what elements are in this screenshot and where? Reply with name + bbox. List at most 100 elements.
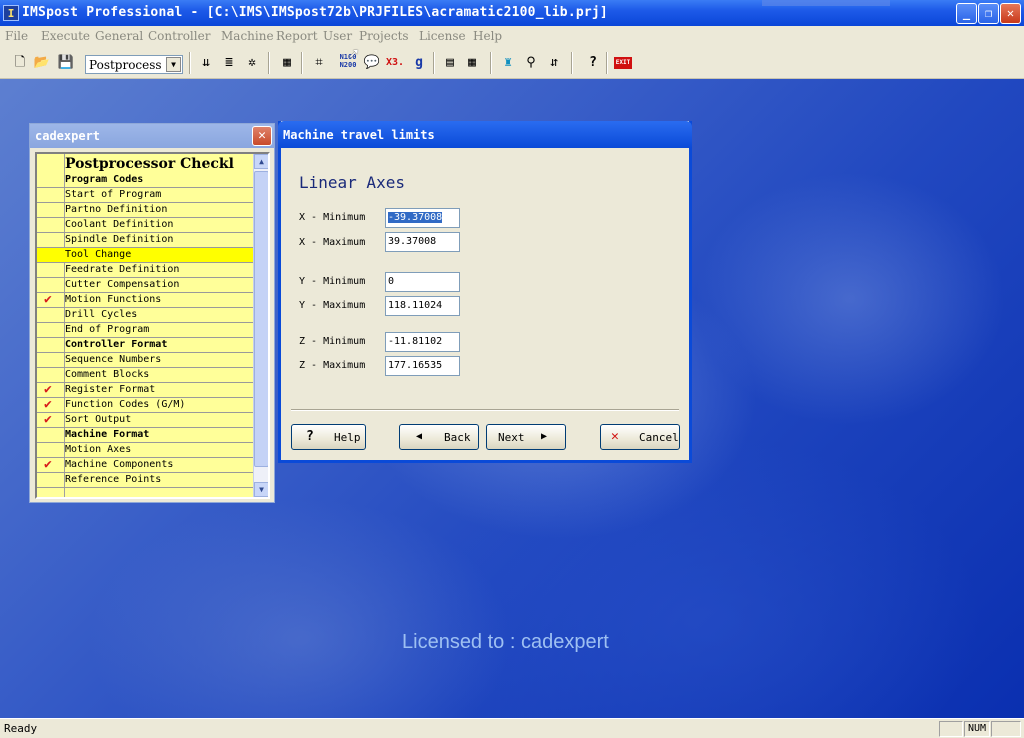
arrow-left-icon: ◀ — [416, 431, 423, 442]
checklist-panel: cadexpert ✕ Postprocessor Checkl Program… — [29, 123, 275, 503]
y-max-field[interactable]: 118.11024 — [385, 296, 460, 316]
next-button[interactable]: Next ▶ — [486, 424, 566, 450]
z-max-label: Z - Maximum — [299, 360, 366, 371]
x-max-field[interactable]: 39.37008 — [385, 232, 460, 252]
list-item[interactable]: Cutter Compensation — [37, 278, 253, 293]
menu-projects[interactable]: Projects — [359, 29, 409, 43]
app-icon[interactable]: I — [3, 5, 19, 21]
dialog-title-bar[interactable]: Machine travel limits — [278, 121, 692, 148]
axis-sort-icon[interactable]: ⇵ — [544, 53, 564, 73]
list-item[interactable]: Machine Format — [37, 428, 253, 443]
toolbar-separator — [571, 52, 573, 74]
list-item[interactable]: ✔ Register Format — [37, 382, 253, 398]
status-bar: Ready NUM — [0, 718, 1024, 738]
travel-limits-dialog: Machine travel limits Linear Axes X - Mi… — [278, 121, 692, 463]
scroll-thumb[interactable] — [254, 171, 268, 467]
list-item[interactable]: Motion Axes — [37, 443, 253, 458]
list-item-selected[interactable]: Tool Change — [37, 248, 253, 263]
panel-title: cadexpert — [35, 129, 101, 143]
title-bar[interactable]: I IMSpost Professional - [C:\IMS\IMSpost… — [0, 0, 1024, 26]
list-item[interactable]: Comment Blocks — [37, 368, 253, 383]
menu-controller[interactable]: Controller — [148, 29, 210, 43]
mode-select[interactable]: Postprocess ▼ — [85, 55, 183, 74]
toolbar-separator — [268, 52, 270, 74]
arrow-right-icon: ▶ — [541, 431, 548, 442]
checklist: Postprocessor Checkl Program Codes Start… — [35, 152, 270, 499]
back-button[interactable]: ◀ Back — [399, 424, 479, 450]
menu-file[interactable]: File — [5, 29, 28, 43]
scroll-down-icon[interactable]: ▼ — [254, 482, 268, 497]
table-icon[interactable]: ▤ — [440, 53, 460, 73]
list-item[interactable]: Program Codes — [37, 173, 253, 188]
y-min-label: Y - Minimum — [299, 276, 366, 287]
menu-machine[interactable]: Machine — [221, 29, 274, 43]
z-max-field[interactable]: 177.16535 — [385, 356, 460, 376]
x-min-field[interactable]: -39.37008 — [385, 208, 460, 228]
z-min-field[interactable]: -11.81102 — [385, 332, 460, 352]
bug-icon[interactable]: ✲ — [242, 53, 262, 73]
toolbar: 🗋 📂 💾 Postprocess ▼ ⇊ ≣ ✲ ▦ ⌗ N100 N200 … — [0, 46, 1024, 79]
list-item[interactable]: Reference Points — [37, 473, 253, 488]
cancel-button[interactable]: ✕ Cancel — [600, 424, 680, 450]
list-item[interactable]: Controller Format — [37, 338, 253, 353]
license-text: Licensed to : cadexpert — [402, 631, 609, 653]
list-item[interactable]: Coolant Definition — [37, 218, 253, 233]
dialog-title: Machine travel limits — [283, 128, 435, 142]
cancel-x-icon: ✕ — [611, 429, 619, 444]
menu-general[interactable]: General — [95, 29, 143, 43]
checkmark-icon: ✔ — [44, 412, 52, 427]
y-max-label: Y - Maximum — [299, 300, 366, 311]
help-icon: ? — [306, 429, 314, 444]
grid-box-icon[interactable]: ▦ — [277, 53, 297, 73]
function-code-icon[interactable]: g — [409, 53, 429, 73]
machine-icon[interactable]: ♜ — [498, 53, 518, 73]
menu-execute[interactable]: Execute — [41, 29, 90, 43]
scroll-up-icon[interactable]: ▲ — [254, 154, 268, 169]
menu-help[interactable]: Help — [473, 29, 502, 43]
minimize-button[interactable]: _ — [956, 3, 977, 24]
open-folder-icon[interactable]: 📂 — [32, 53, 52, 73]
chevron-down-icon[interactable]: ▼ — [166, 57, 181, 72]
status-pane — [939, 721, 963, 737]
list-item[interactable]: ✔ Machine Components — [37, 457, 253, 473]
comment-bubble-icon[interactable]: 💬 — [362, 53, 382, 73]
toolbar-separator — [301, 52, 303, 74]
list-item[interactable]: Start of Program — [37, 188, 253, 203]
chart-icon[interactable]: ⌗ — [309, 53, 329, 73]
register-format-icon[interactable]: X3. — [385, 53, 405, 73]
panel-title-bar[interactable]: cadexpert — [30, 124, 274, 148]
maximize-button[interactable]: ❐ — [978, 3, 999, 24]
toolbar-separator — [606, 52, 608, 74]
list-item[interactable]: Drill Cycles — [37, 308, 253, 323]
grid-icon[interactable]: ▦ — [462, 53, 482, 73]
num-lock-indicator: NUM — [964, 721, 990, 737]
y-min-field[interactable]: 0 — [385, 272, 460, 292]
z-min-label: Z - Minimum — [299, 336, 366, 347]
checkmark-icon: ✔ — [44, 457, 52, 472]
tool-icon[interactable]: ⚲ — [521, 53, 541, 73]
list-item[interactable]: Spindle Definition — [37, 233, 253, 248]
sort-down-icon[interactable]: ⇊ — [196, 53, 216, 73]
list-item[interactable]: ✔ Sort Output — [37, 412, 253, 428]
exit-icon[interactable]: EXIT — [614, 57, 632, 69]
title-bar-artifact — [762, 0, 890, 6]
sort-list-icon[interactable]: ≣ — [219, 53, 239, 73]
list-item[interactable]: ✔ Function Codes (G/M) — [37, 397, 253, 413]
list-item[interactable]: Sequence Numbers — [37, 353, 253, 368]
panel-close-button[interactable]: ✕ — [252, 126, 272, 146]
section-heading: Linear Axes — [299, 173, 405, 192]
menu-user[interactable]: User — [323, 29, 352, 43]
menu-report[interactable]: Report — [276, 29, 318, 43]
vertical-scrollbar[interactable]: ▲ ▼ — [253, 154, 268, 497]
list-item[interactable]: Partno Definition — [37, 203, 253, 218]
help-icon[interactable]: ? — [583, 53, 603, 73]
menu-license[interactable]: License — [419, 29, 466, 43]
close-button[interactable]: ✕ — [1000, 3, 1021, 24]
list-item[interactable]: End of Program — [37, 323, 253, 338]
new-file-icon[interactable]: 🗋 — [10, 53, 30, 73]
list-item[interactable]: Feedrate Definition — [37, 263, 253, 278]
save-icon[interactable]: 💾 — [56, 53, 76, 73]
mouse-cursor-icon: ➚ — [349, 44, 359, 63]
list-item[interactable]: ✔ Motion Functions — [37, 292, 253, 308]
help-button[interactable]: ? Help — [291, 424, 366, 450]
